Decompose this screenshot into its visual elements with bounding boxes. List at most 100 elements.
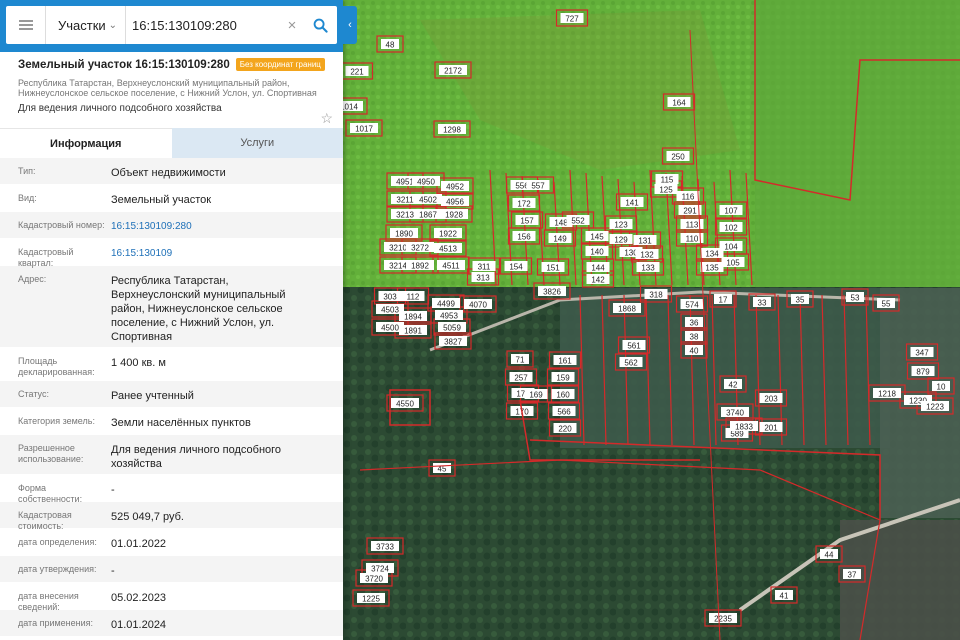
info-panel: Участки ⌄ × Земельный участок 16:15:1301…	[0, 0, 343, 640]
parcel-number: 561	[627, 342, 641, 351]
info-row: Адрес: Республика Татарстан, Верхнеуслонск…	[0, 266, 343, 348]
menu-icon	[18, 24, 33, 26]
info-row-link[interactable]: 16:15:130109	[111, 247, 343, 265]
info-row-link[interactable]: 16:15:130109:280	[111, 220, 343, 238]
card-address-line: Республика Татарстан, Верхнеуслонский му…	[18, 78, 290, 88]
parcel-number: 135	[705, 264, 719, 273]
parcel-number: 3720	[365, 575, 383, 584]
parcel-number: 3826	[543, 288, 561, 297]
parcel-number: 1223	[926, 403, 944, 412]
parcel-number: 37	[848, 571, 857, 580]
parcel-number: 3740	[726, 409, 744, 418]
parcel-number: 134	[705, 250, 719, 259]
parcel-number: 3213	[396, 211, 414, 220]
parcel-number: 113	[686, 221, 699, 230]
collapse-panel-button[interactable]: ‹	[343, 6, 357, 44]
parcel-number: 38	[690, 333, 699, 342]
tab-info[interactable]: Информация	[0, 128, 172, 158]
info-row-value-line: район, Нижнеуслонское сельское	[111, 303, 283, 315]
info-row-label: Разрешенное использование:	[0, 443, 111, 474]
card-address: Республика Татарстан, Верхнеуслонский му…	[18, 78, 325, 98]
parcel-number: 142	[591, 276, 605, 285]
parcel-number: 36	[690, 319, 699, 328]
parcel-number: 201	[764, 424, 778, 433]
info-row-value: Объект недвижимости	[111, 166, 343, 184]
info-row: Статус: Ранее учтенный	[0, 381, 343, 408]
type-select-label: Участки	[58, 17, 106, 33]
parcel-number: 4499	[437, 300, 455, 309]
search-button[interactable]	[303, 18, 337, 33]
parcel-number: 144	[591, 264, 605, 273]
tab-services[interactable]: Услуги	[171, 128, 343, 158]
info-row: Кадастровая стоимость: 525 049,7 руб.	[0, 502, 343, 531]
info-row: дата определения: 01.01.2022	[0, 529, 343, 556]
parcel-number: 35	[796, 296, 805, 305]
info-row-value-line: -	[111, 484, 115, 496]
parcel-number: 4513	[439, 245, 457, 254]
parcel-number: 141	[625, 199, 639, 208]
parcel-number: 2235	[714, 615, 732, 624]
parcel-number: 3724	[371, 565, 389, 574]
info-row-value-line: Ранее учтенный	[111, 390, 194, 402]
parcel-number: 4502	[419, 196, 437, 205]
parcel-number: 1891	[404, 327, 422, 336]
star-icon[interactable]: ☆	[320, 110, 333, 127]
menu-button[interactable]	[6, 6, 46, 44]
parcel-number: 123	[614, 221, 628, 230]
parcel-number: 4952	[446, 183, 464, 192]
parcel-number: 149	[553, 235, 567, 244]
info-row-label-line: Площадь	[18, 356, 58, 366]
info-row-value-line: 525 049,7 руб.	[111, 511, 184, 523]
card-header: Земельный участок 16:15:130109:280 Без к…	[0, 52, 343, 128]
parcel-number: 112	[407, 293, 420, 302]
info-table: Тип: Объект недвижимости Вид: Земельный уча…	[0, 158, 343, 637]
info-row-value-line: 1 400 кв. м	[111, 357, 166, 369]
info-row: дата внесения сведений: 05.02.2023	[0, 583, 343, 612]
type-select[interactable]: Участки ⌄	[46, 6, 126, 44]
search-input[interactable]	[126, 7, 281, 43]
info-row: Тип: Объект недвижимости	[0, 158, 343, 185]
info-row-value-line: Спортивная	[111, 331, 173, 343]
parcel-number: 131	[638, 237, 652, 246]
info-row-label: Кадастровый квартал:	[0, 247, 111, 268]
info-row-value: Республика Татарстан, Верхнеуслонский мун…	[111, 274, 343, 347]
parcel-number: 291	[683, 207, 697, 216]
info-row-value: 01.01.2024	[111, 618, 343, 636]
info-row-value: Земельный участок	[111, 193, 343, 211]
parcel-number: 566	[557, 408, 571, 417]
parcel-number: 879	[916, 368, 930, 377]
info-row-value-line: Земли населённых пунктов	[111, 417, 251, 429]
info-row-value: 05.02.2023	[111, 591, 343, 609]
parcel-number: 220	[558, 425, 572, 434]
info-row-value-line: поселение, с Нижний Услон, ул.	[111, 317, 275, 329]
status-badge: Без координат границ	[235, 58, 325, 71]
info-row-value-line: 05.02.2023	[111, 592, 167, 604]
info-row-label-line: дата утверждения:	[18, 564, 97, 574]
parcel-number: 1868	[618, 305, 636, 314]
parcel-number: 562	[624, 359, 638, 368]
parcel-number: 4503	[381, 306, 399, 315]
parcel-number: 1922	[439, 230, 457, 239]
parcel-number: 105	[726, 259, 740, 268]
parcel-number: 4511	[442, 262, 460, 271]
parcel-number: 4951	[396, 178, 414, 187]
info-row-value: Для ведения личного подсобного хозяйства	[111, 443, 343, 474]
parcel-number: 10	[937, 383, 946, 392]
parcel-number: 3211	[396, 196, 414, 205]
parcel-number: 104	[724, 243, 738, 252]
parcel-number: 161	[558, 357, 572, 366]
parcel-number: 4950	[417, 178, 435, 187]
info-row: Категория земель: Земли населённых пункто…	[0, 408, 343, 435]
parcel-number: 3827	[444, 338, 462, 347]
search-bar: Участки ⌄ ×	[0, 0, 343, 52]
info-row-label-line: Форма собственности:	[18, 483, 83, 504]
tab-bar: Информация Услуги	[0, 128, 343, 158]
info-row-label: Адрес:	[0, 274, 111, 347]
parcel-number: 17	[719, 296, 728, 305]
info-row-label: дата определения:	[0, 537, 111, 555]
info-row-value: -	[111, 483, 343, 501]
clear-icon[interactable]: ×	[281, 17, 303, 34]
info-row-label: Категория земель:	[0, 416, 111, 434]
parcel-number: 1928	[445, 211, 463, 220]
info-row-label-line: Вид:	[18, 193, 37, 203]
